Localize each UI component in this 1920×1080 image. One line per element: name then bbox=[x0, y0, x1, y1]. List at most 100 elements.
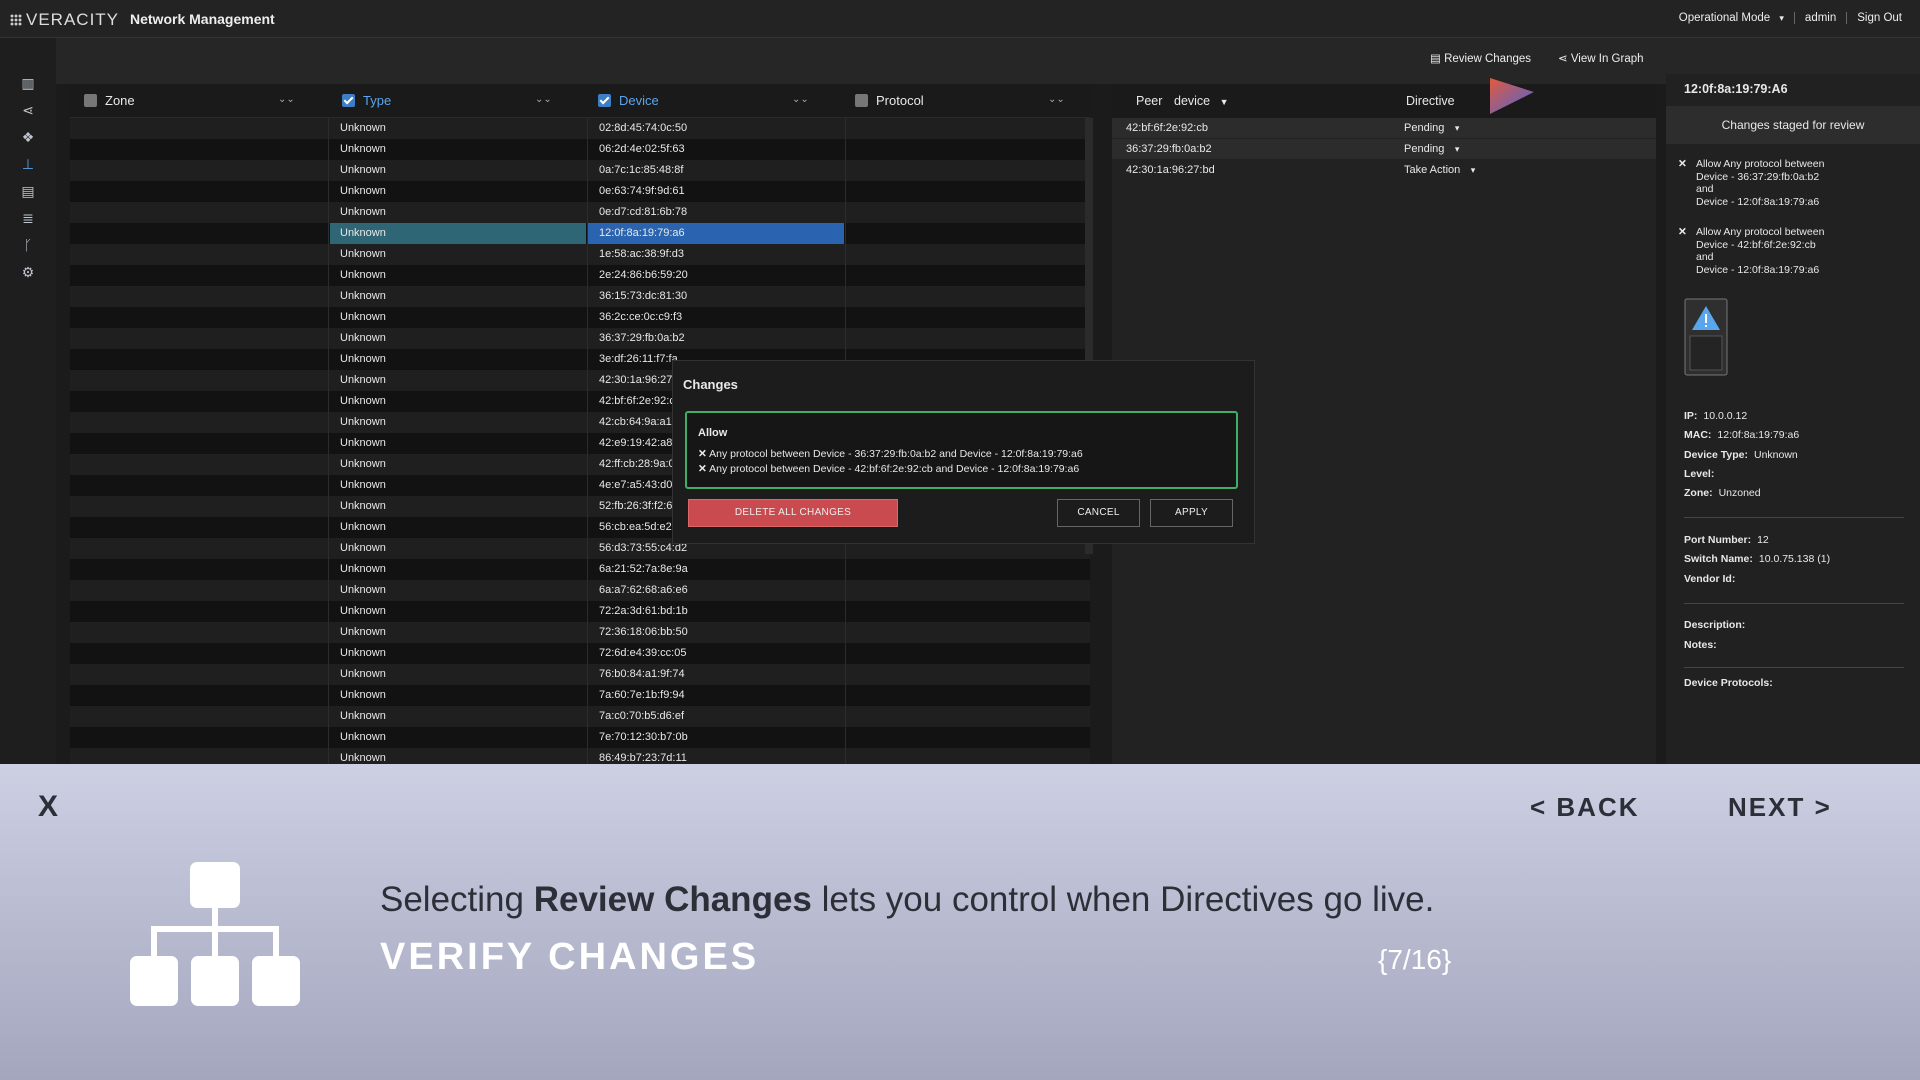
protocol-header-label: Protocol bbox=[876, 93, 924, 108]
switch-row: Switch Name: 10.0.75.138 (1) bbox=[1684, 553, 1830, 565]
peer-cell: 42:bf:6f:2e:92:cb bbox=[1126, 122, 1208, 134]
staged-line: and bbox=[1696, 183, 1714, 196]
directive-dropdown[interactable]: Pending ▾ bbox=[1404, 143, 1459, 155]
table-row[interactable]: Unknown 7a:60:7e:1b:f9:94 bbox=[70, 685, 1090, 706]
device-type-label: Device Type: bbox=[1684, 449, 1748, 461]
change-line-text: Any protocol between Device - 42:bf:6f:2… bbox=[709, 463, 1080, 475]
sidebar: ▥ ⋖ ❖ ⊥ ▤ ≣ ᚴ ⚙ bbox=[0, 38, 56, 768]
peer-header: Peer device ▼ Directive bbox=[1112, 78, 1656, 118]
zone-column-header[interactable]: Zone bbox=[84, 93, 135, 108]
protocol-sort-icon[interactable]: ⌄⌄ bbox=[1048, 94, 1065, 105]
table-row[interactable]: Unknown 36:15:73:dc:81:30 bbox=[70, 286, 1090, 307]
device-cell: 42:ff:cb:28:9a:07 bbox=[599, 458, 681, 470]
logo-dots-icon bbox=[10, 14, 22, 26]
apply-button[interactable]: APPLY bbox=[1150, 499, 1233, 527]
table-row[interactable]: Unknown 72:6d:e4:39:cc:05 bbox=[70, 643, 1090, 664]
device-cell: 7a:c0:70:b5:d6:ef bbox=[599, 710, 685, 722]
table-row[interactable]: Unknown 1e:58:ac:38:9f:d3 bbox=[70, 244, 1090, 265]
branch-icon[interactable]: ᚴ bbox=[19, 236, 37, 254]
document-icon[interactable]: ▤ bbox=[19, 182, 37, 200]
peer-row[interactable]: 42:30:1a:96:27:bd Take Action ▾ bbox=[1112, 160, 1656, 180]
protocol-checkbox[interactable] bbox=[855, 94, 868, 107]
directive-dropdown[interactable]: Pending ▾ bbox=[1404, 122, 1459, 134]
type-cell: Unknown bbox=[340, 584, 386, 596]
device-checkbox[interactable] bbox=[598, 94, 611, 107]
peer-header-label: Peer bbox=[1136, 94, 1163, 108]
mac-value: 12:0f:8a:19:79:a6 bbox=[1717, 429, 1800, 441]
peer-row[interactable]: 36:37:29:fb:0a:b2 Pending ▾ bbox=[1112, 139, 1656, 159]
peer-device-label: device bbox=[1174, 94, 1211, 108]
table-row[interactable]: Unknown 72:2a:3d:61:bd:1b bbox=[70, 601, 1090, 622]
view-in-graph-label: View In Graph bbox=[1570, 53, 1644, 65]
protocol-column-header[interactable]: Protocol bbox=[855, 93, 924, 108]
type-column-header[interactable]: Type bbox=[342, 93, 391, 108]
type-cell: Unknown bbox=[340, 668, 386, 680]
view-in-graph-button[interactable]: ⋖ View In Graph bbox=[1558, 51, 1644, 65]
user-menu[interactable]: admin bbox=[1793, 12, 1846, 24]
table-row[interactable]: Unknown 76:b0:84:a1:9f:74 bbox=[70, 664, 1090, 685]
share-icon[interactable]: ⋖ bbox=[19, 101, 37, 119]
port-row: Port Number: 12 bbox=[1684, 534, 1769, 546]
list-icon[interactable]: ≣ bbox=[19, 209, 37, 227]
directive-dropdown[interactable]: Take Action ▾ bbox=[1404, 164, 1475, 176]
table-row[interactable]: Unknown 72:36:18:06:bb:50 bbox=[70, 622, 1090, 643]
delete-all-changes-button[interactable]: DELETE ALL CHANGES bbox=[688, 499, 898, 527]
type-sort-icon[interactable]: ⌄⌄ bbox=[535, 94, 552, 105]
table-row[interactable]: Unknown 6a:21:52:7a:8e:9a bbox=[70, 559, 1090, 580]
next-button[interactable]: NEXT > bbox=[1728, 792, 1832, 823]
chart-icon[interactable]: ▥ bbox=[19, 74, 37, 92]
back-button[interactable]: < BACK bbox=[1530, 792, 1640, 823]
device-sort-icon[interactable]: ⌄⌄ bbox=[792, 94, 809, 105]
gears-icon[interactable]: ⚙ bbox=[19, 263, 37, 281]
table-row[interactable]: Unknown 36:37:29:fb:0a:b2 bbox=[70, 328, 1090, 349]
table-row[interactable]: Unknown 12:0f:8a:19:79:a6 bbox=[70, 223, 1090, 244]
directive-header-label: Directive bbox=[1406, 94, 1455, 108]
cancel-button[interactable]: CANCEL bbox=[1057, 499, 1140, 527]
veracity-logo: VERACITY bbox=[10, 10, 119, 30]
close-tour-button[interactable]: X bbox=[38, 790, 58, 824]
remove-change-icon[interactable]: ✕ bbox=[698, 448, 707, 460]
sign-out-link[interactable]: Sign Out bbox=[1846, 12, 1912, 24]
table-row[interactable]: Unknown 2e:24:86:b6:59:20 bbox=[70, 265, 1090, 286]
remove-change-icon[interactable]: ✕ bbox=[1678, 226, 1687, 239]
device-cell: 36:15:73:dc:81:30 bbox=[599, 290, 688, 302]
directive-label: Pending bbox=[1404, 143, 1445, 155]
table-row[interactable]: Unknown 6a:a7:62:68:a6:e6 bbox=[70, 580, 1090, 601]
review-changes-button[interactable]: ▤ Review Changes bbox=[1430, 51, 1531, 65]
table-row[interactable]: Unknown 0e:63:74:9f:9d:61 bbox=[70, 181, 1090, 202]
zone-checkbox[interactable] bbox=[84, 94, 97, 107]
peer-device-dropdown[interactable]: device ▼ bbox=[1174, 94, 1229, 108]
changes-list-box: Allow ✕ Any protocol between Device - 36… bbox=[685, 411, 1238, 489]
table-row[interactable]: Unknown 0e:d7:cd:81:6b:78 bbox=[70, 202, 1090, 223]
type-cell: Unknown bbox=[340, 164, 386, 176]
tour-message-pre: Selecting bbox=[380, 880, 534, 919]
layers-icon[interactable]: ❖ bbox=[19, 128, 37, 146]
remove-change-icon[interactable]: ✕ bbox=[698, 463, 707, 475]
device-cell: 0a:7c:1c:85:48:8f bbox=[599, 164, 684, 176]
table-row[interactable]: Unknown 7e:70:12:30:b7:0b bbox=[70, 727, 1090, 748]
type-cell: Unknown bbox=[340, 752, 386, 764]
table-row[interactable]: Unknown 06:2d:4e:02:5f:63 bbox=[70, 139, 1090, 160]
table-row[interactable]: Unknown 7a:c0:70:b5:d6:ef bbox=[70, 706, 1090, 727]
tour-step-counter: {7/16} bbox=[1378, 944, 1452, 975]
top-right-menu: Operational Mode ▾ admin Sign Out bbox=[1669, 12, 1912, 24]
zone-sort-icon[interactable]: ⌄⌄ bbox=[278, 94, 295, 105]
type-cell: Unknown bbox=[340, 206, 386, 218]
table-row[interactable]: Unknown 36:2c:ce:0c:c9:f3 bbox=[70, 307, 1090, 328]
hierarchy-icon[interactable]: ⊥ bbox=[19, 155, 37, 173]
divider bbox=[1684, 603, 1904, 604]
remove-change-icon[interactable]: ✕ bbox=[1678, 158, 1687, 171]
mac-label: MAC: bbox=[1684, 429, 1712, 441]
peer-row[interactable]: 42:bf:6f:2e:92:cb Pending ▾ bbox=[1112, 118, 1656, 138]
protocols-row: Device Protocols: bbox=[1684, 677, 1779, 689]
operational-mode-dropdown[interactable]: Operational Mode ▾ bbox=[1669, 12, 1794, 24]
type-cell: Unknown bbox=[340, 248, 386, 260]
table-row[interactable]: Unknown 0a:7c:1c:85:48:8f bbox=[70, 160, 1090, 181]
table-row[interactable]: Unknown 02:8d:45:74:0c:50 bbox=[70, 118, 1090, 139]
device-cell: 3e:df:26:11:f7:fa bbox=[599, 353, 678, 365]
type-checkbox[interactable] bbox=[342, 94, 355, 107]
device-column-header[interactable]: Device bbox=[598, 93, 659, 108]
description-row: Description: bbox=[1684, 619, 1751, 631]
directive-label: Take Action bbox=[1404, 164, 1461, 176]
divider bbox=[1684, 667, 1904, 668]
